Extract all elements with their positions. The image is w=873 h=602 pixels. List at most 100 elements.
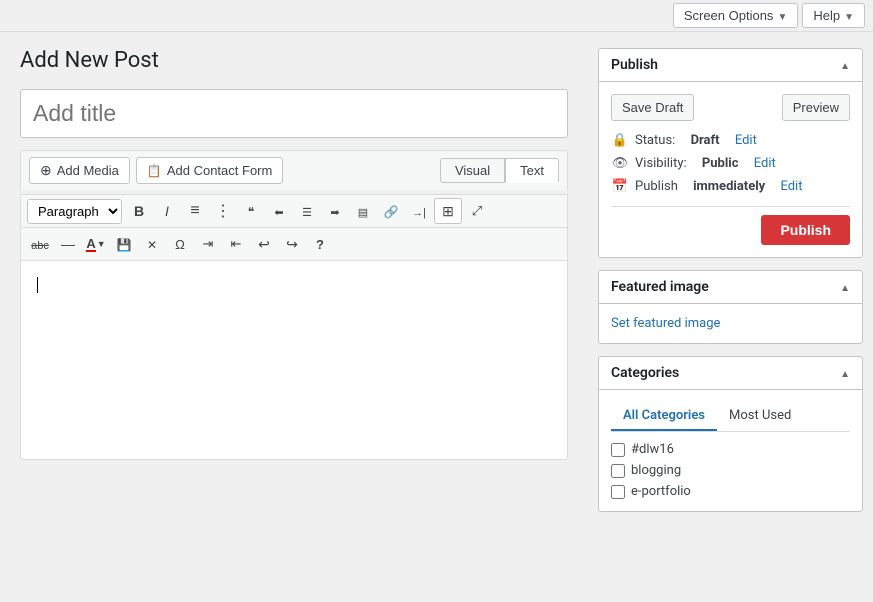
publish-box-body: Save Draft Preview 🔒 Status: Draft Edit … (599, 82, 862, 257)
align-left-button[interactable] (266, 198, 292, 224)
indent-less-icon (231, 236, 242, 252)
bold-icon (134, 203, 144, 219)
categories-header: Categories (599, 357, 862, 390)
align-center-icon (302, 204, 312, 219)
categories-collapse-icon[interactable] (840, 365, 850, 381)
align-justify-button[interactable] (350, 198, 376, 224)
content-area: Add New Post Add Media Add Contact Form … (0, 32, 588, 602)
sidebar: Publish Save Draft Preview 🔒 Status: Dra… (588, 32, 873, 602)
align-center-button[interactable] (294, 198, 320, 224)
set-featured-image-link[interactable]: Set featured image (611, 316, 720, 331)
unordered-list-icon (190, 202, 199, 220)
unordered-list-button[interactable] (182, 198, 208, 224)
strikethrough-icon (31, 237, 49, 252)
list-item[interactable]: #dlw16 (611, 442, 846, 457)
tinymce-toolbar-1: Paragraph (20, 194, 568, 227)
screen-options-chevron-icon (777, 8, 787, 23)
bold-button[interactable] (126, 198, 152, 224)
post-title-input[interactable] (20, 89, 568, 138)
italic-button[interactable] (154, 198, 180, 224)
featured-image-collapse-icon[interactable] (840, 279, 850, 295)
align-right-icon (330, 204, 339, 219)
indent-more-button[interactable] (195, 231, 221, 257)
hr-button[interactable] (55, 231, 81, 257)
clear-formatting-button[interactable] (139, 231, 165, 257)
categories-body: All Categories Most Used #dlw16 blogging (599, 390, 862, 511)
categories-scroll: #dlw16 blogging e-portfolio (611, 442, 850, 499)
publish-button[interactable]: Publish (761, 215, 850, 245)
visibility-edit-link[interactable]: Edit (754, 156, 776, 171)
status-edit-link[interactable]: Edit (735, 133, 757, 148)
strikethrough-button[interactable] (27, 231, 53, 257)
visibility-value: Public (702, 156, 739, 171)
indent-less-button[interactable] (223, 231, 249, 257)
tab-visual[interactable]: Visual (440, 158, 505, 183)
status-value: Draft (691, 133, 720, 148)
add-contact-form-label: Add Contact Form (167, 163, 273, 178)
publish-box-collapse-icon[interactable] (840, 57, 850, 73)
category-checkbox-eportfolio[interactable] (611, 485, 625, 499)
blockquote-button[interactable] (238, 198, 264, 224)
undo-icon (258, 236, 270, 253)
align-right-button[interactable] (322, 198, 348, 224)
kitchensink-icon (472, 203, 482, 219)
paste-as-text-button[interactable] (111, 231, 137, 257)
tab-most-used[interactable]: Most Used (717, 402, 803, 431)
preview-button[interactable]: Preview (782, 94, 850, 121)
screen-options-label: Screen Options (684, 8, 774, 23)
add-media-button[interactable]: Add Media (29, 157, 130, 184)
paste-as-text-icon (117, 237, 132, 252)
undo-button[interactable] (251, 231, 277, 257)
help-toolbar-icon (316, 237, 324, 252)
tinymce-toolbar-2: A ▼ (20, 227, 568, 260)
special-char-icon (175, 237, 185, 252)
status-icon: 🔒 (611, 133, 629, 148)
visibility-row: 👁 Visibility: Public Edit (611, 156, 850, 171)
link-button[interactable] (378, 198, 404, 224)
category-checkbox-blogging[interactable] (611, 464, 625, 478)
status-label: Status: (635, 133, 675, 148)
categories-list: #dlw16 blogging e-portfolio (611, 442, 846, 499)
kitchensink-button[interactable] (464, 198, 490, 224)
editor-cursor (37, 277, 38, 293)
help-toolbar-button[interactable] (307, 231, 333, 257)
tab-text[interactable]: Text (505, 158, 559, 183)
publish-time-edit-link[interactable]: Edit (780, 179, 802, 194)
featured-image-title: Featured image (611, 279, 709, 295)
special-char-button[interactable] (167, 231, 193, 257)
add-contact-form-button[interactable]: Add Contact Form (136, 157, 283, 184)
table-icon (442, 203, 454, 220)
ordered-list-button[interactable] (210, 198, 236, 224)
unlink-button[interactable] (406, 198, 432, 224)
help-button[interactable]: Help (802, 3, 865, 28)
redo-button[interactable] (279, 231, 305, 257)
category-checkbox-dlw16[interactable] (611, 443, 625, 457)
text-color-button[interactable]: A ▼ (83, 231, 109, 257)
align-left-icon (274, 204, 283, 219)
paragraph-select[interactable]: Paragraph (27, 199, 122, 224)
editor-left-buttons: Add Media Add Contact Form (29, 157, 283, 184)
publish-time-row: 📅 Publish immediately Edit (611, 179, 850, 194)
featured-image-box: Featured image Set featured image (598, 270, 863, 344)
add-contact-form-icon (147, 163, 162, 178)
list-item[interactable]: blogging (611, 463, 846, 478)
category-label-eportfolio: e-portfolio (631, 484, 691, 499)
view-tabs: Visual Text (440, 158, 559, 183)
save-draft-button[interactable]: Save Draft (611, 94, 694, 121)
clear-formatting-icon (147, 237, 157, 252)
visibility-icon: 👁 (611, 156, 629, 171)
help-chevron-icon (844, 8, 854, 23)
table-button[interactable] (434, 198, 462, 224)
page-title: Add New Post (20, 48, 568, 73)
unlink-icon (412, 204, 426, 219)
publish-actions: Save Draft Preview (611, 94, 850, 121)
editor-body[interactable] (20, 260, 568, 460)
category-label-dlw16: #dlw16 (631, 442, 674, 457)
category-label-blogging: blogging (631, 463, 681, 478)
list-item[interactable]: e-portfolio (611, 484, 846, 499)
tab-all-categories[interactable]: All Categories (611, 402, 717, 431)
screen-options-button[interactable]: Screen Options (673, 3, 799, 28)
text-color-icon: A (86, 237, 95, 252)
publish-time-value: immediately (693, 179, 765, 194)
categories-title: Categories (611, 365, 679, 381)
